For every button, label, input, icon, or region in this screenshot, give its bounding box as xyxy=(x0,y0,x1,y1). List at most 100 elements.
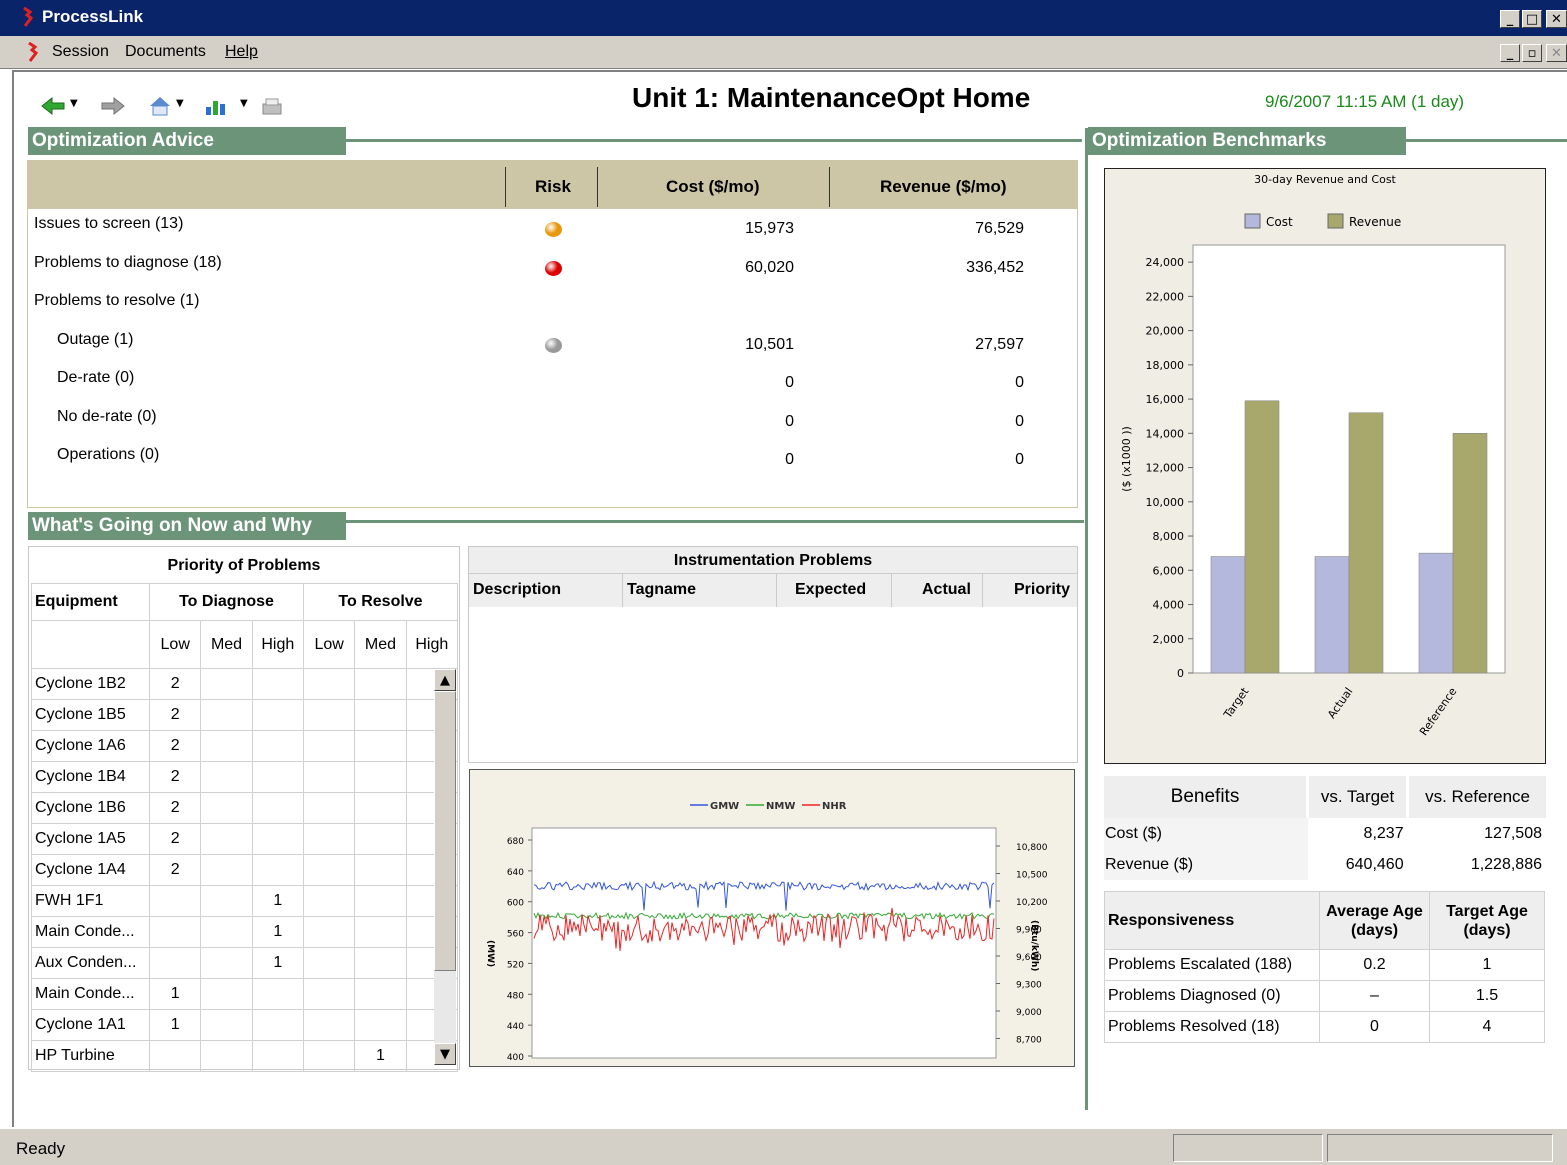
responsiveness-row-label: Problems Escalated (188) xyxy=(1104,949,1320,981)
menu-session[interactable]: Session xyxy=(52,43,109,61)
close-button[interactable]: ✕ xyxy=(1546,10,1567,28)
priority-count-cell xyxy=(251,699,304,731)
priority-count-cell xyxy=(200,1009,253,1041)
minimize-button[interactable]: _ xyxy=(1500,10,1520,28)
advice-row-label[interactable]: Outage (1) xyxy=(57,331,133,349)
equipment-cell: Cyclone 1A6 xyxy=(30,730,151,762)
chart-icon[interactable] xyxy=(204,95,228,121)
table-row[interactable]: Main Conde... 1 xyxy=(30,916,459,948)
section-header-whats-going-on: What's Going on Now and Why xyxy=(28,512,346,540)
advice-row-revenue: 0 xyxy=(1015,451,1024,468)
priority-count-cell: 1 xyxy=(149,1009,202,1041)
back-dropdown-icon[interactable]: ▼ xyxy=(70,98,78,109)
advice-row-label[interactable]: Operations (0) xyxy=(57,446,159,464)
table-row[interactable]: Aux Conden... 1 xyxy=(30,947,459,979)
table-row[interactable]: FWH 1F1 1 xyxy=(30,885,459,917)
child-restore-button[interactable]: ▫ xyxy=(1522,44,1542,62)
scroll-thumb[interactable] xyxy=(434,691,456,971)
benefits-row-target: 640,460 xyxy=(1345,855,1404,873)
advice-row-label[interactable]: Issues to screen (13) xyxy=(34,215,183,233)
child-close-button[interactable]: ✕ xyxy=(1546,44,1567,62)
left-tick-label: 680 xyxy=(507,837,524,847)
instrumentation-col-header[interactable]: Priority xyxy=(1014,581,1070,599)
child-minimize-button[interactable]: _ xyxy=(1500,44,1520,62)
priority-count-cell xyxy=(149,885,202,917)
priority-count-cell xyxy=(302,699,356,731)
col-risk-header: Risk xyxy=(535,177,571,196)
priority-scrollbar[interactable]: ▲ ▼ xyxy=(434,669,456,1065)
priority-count-cell xyxy=(354,916,407,948)
y-tick-label: 10,000 xyxy=(1146,496,1185,509)
forward-arrow-icon[interactable] xyxy=(100,96,126,120)
table-row[interactable]: Cyclone 1B2 2 xyxy=(30,668,459,700)
priority-count-cell: 2 xyxy=(149,730,202,762)
advice-row-cost: 15,973 xyxy=(745,220,794,237)
benefits-vs-target-header: vs. Target xyxy=(1305,776,1408,818)
chart-dropdown-icon[interactable]: ▼ xyxy=(240,98,248,109)
instrumentation-panel: Instrumentation Problems Description Tagn… xyxy=(468,546,1078,763)
column-divider xyxy=(776,574,777,607)
table-row[interactable]: HP Turbine 1 xyxy=(30,1040,459,1072)
table-row[interactable]: Main Conde... 1 xyxy=(30,978,459,1010)
level-empty-cell xyxy=(30,620,151,669)
document-logo-icon xyxy=(26,41,39,66)
table-row[interactable]: Cyclone 1B4 2 xyxy=(30,761,459,793)
risk-indicator-icon xyxy=(545,260,562,276)
advice-row-label[interactable]: De-rate (0) xyxy=(57,369,134,387)
left-tick-label: 640 xyxy=(507,868,524,878)
legend-label: NHR xyxy=(822,801,847,812)
home-icon[interactable] xyxy=(148,95,172,121)
y-tick-label: 16,000 xyxy=(1146,393,1185,406)
x-tick-label: Reference xyxy=(1417,685,1460,738)
table-row[interactable]: Cyclone 1A5 2 xyxy=(30,823,459,855)
advice-row-label[interactable]: Problems to resolve (1) xyxy=(34,292,199,310)
advice-row-label[interactable]: No de-rate (0) xyxy=(57,408,157,426)
left-tick-label: 560 xyxy=(507,930,524,940)
back-arrow-icon[interactable] xyxy=(40,96,66,120)
benchmark-chart-panel: 30-day Revenue and Cost Cost Revenue 0 2,000… xyxy=(1104,168,1546,764)
advice-row-label[interactable]: Problems to diagnose (18) xyxy=(34,254,222,272)
priority-table: Equipment To Diagnose To Resolve Low Med H… xyxy=(30,583,459,1072)
maximize-button[interactable]: □ xyxy=(1522,10,1542,28)
priority-count-cell xyxy=(354,792,407,824)
menu-documents[interactable]: Documents xyxy=(125,43,206,61)
title-bar: ProcessLink _ □ ✕ xyxy=(0,0,1567,38)
priority-count-cell xyxy=(251,1040,304,1072)
responsiveness-row-avg: – xyxy=(1319,980,1430,1012)
home-dropdown-icon[interactable]: ▼ xyxy=(176,98,184,109)
print-icon[interactable] xyxy=(260,96,284,122)
risk-indicator-icon xyxy=(545,222,562,237)
priority-count-cell xyxy=(251,668,304,700)
priority-count-cell xyxy=(354,823,407,855)
left-tick-label: 480 xyxy=(507,991,524,1001)
table-row[interactable]: Cyclone 1A4 2 xyxy=(30,854,459,886)
scroll-down-button[interactable]: ▼ xyxy=(434,1043,456,1065)
page-title: Unit 1: MaintenanceOpt Home xyxy=(632,82,1031,113)
table-row[interactable]: Cyclone 1A6 2 xyxy=(30,730,459,762)
y-tick-label: 22,000 xyxy=(1146,290,1185,303)
responsiveness-row-target: 1.5 xyxy=(1429,980,1545,1012)
instrumentation-col-header[interactable]: Tagname xyxy=(627,581,696,599)
instrumentation-col-header[interactable]: Actual xyxy=(922,581,971,599)
menu-help[interactable]: Help xyxy=(225,43,258,61)
priority-count-cell xyxy=(354,978,407,1010)
priority-count-cell xyxy=(200,823,253,855)
chart-title: 30-day Revenue and Cost xyxy=(1254,173,1396,186)
y-tick-label: 18,000 xyxy=(1146,359,1185,372)
col-equipment-header: Equipment xyxy=(30,583,151,621)
table-row[interactable]: Cyclone 1B5 2 xyxy=(30,699,459,731)
instrumentation-divider xyxy=(469,573,1077,574)
section-divider xyxy=(1406,139,1567,142)
table-row[interactable]: Cyclone 1B6 2 xyxy=(30,792,459,824)
col-cost-header: Cost ($/mo) xyxy=(666,177,760,196)
instrumentation-col-header[interactable]: Expected xyxy=(795,581,866,599)
scroll-up-button[interactable]: ▲ xyxy=(434,669,456,691)
y-tick-label: 14,000 xyxy=(1146,427,1185,440)
priority-count-cell xyxy=(354,854,407,886)
instrumentation-col-header[interactable]: Description xyxy=(473,581,561,599)
legend-swatch xyxy=(1327,213,1344,229)
status-panel xyxy=(1327,1134,1553,1162)
advice-row-revenue: 76,529 xyxy=(975,220,1024,237)
table-row[interactable]: Cyclone 1A1 1 xyxy=(30,1009,459,1041)
priority-count-cell xyxy=(302,1009,356,1041)
